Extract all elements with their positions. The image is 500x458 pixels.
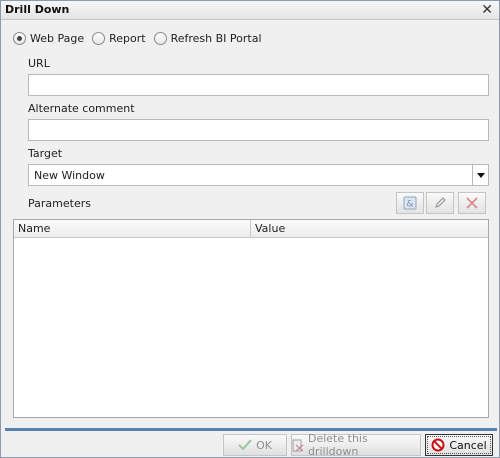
title-bar: Drill Down ✕ xyxy=(1,1,499,20)
radio-label-web-page: Web Page xyxy=(30,31,85,45)
radio-report[interactable]: Report xyxy=(92,31,146,45)
parameters-table[interactable]: Name Value xyxy=(13,219,489,418)
radio-label-report: Report xyxy=(109,31,146,45)
radio-button-report[interactable] xyxy=(92,31,106,45)
footer-divider xyxy=(5,428,497,431)
alternate-comment-input[interactable] xyxy=(28,119,489,141)
cancel-button-label: Cancel xyxy=(449,438,487,452)
target-select[interactable]: New Window xyxy=(28,164,489,186)
target-selected-value: New Window xyxy=(34,169,105,182)
table-header: Name Value xyxy=(14,220,488,238)
add-parameter-button[interactable]: & xyxy=(396,192,424,214)
delete-x-icon xyxy=(466,197,478,209)
cancel-button[interactable]: Cancel xyxy=(425,434,493,456)
delete-parameter-button[interactable] xyxy=(458,192,486,214)
svg-text:&: & xyxy=(406,200,413,210)
radio-button-refresh-bi-portal[interactable] xyxy=(153,31,167,45)
edit-parameter-button[interactable] xyxy=(426,192,454,214)
ok-button-label: OK xyxy=(256,438,272,452)
checkmark-icon xyxy=(238,439,252,451)
radio-refresh-bi-portal[interactable]: Refresh BI Portal xyxy=(153,31,262,45)
cancel-icon xyxy=(431,438,445,452)
radio-button-web-page[interactable] xyxy=(13,31,26,45)
radio-web-page[interactable]: Web Page xyxy=(13,31,85,45)
radio-label-refresh-bi-portal: Refresh BI Portal xyxy=(170,31,262,45)
delete-drilldown-button[interactable]: Delete this drilldown xyxy=(291,432,421,458)
column-header-value[interactable]: Value xyxy=(251,220,488,238)
delete-document-icon xyxy=(292,439,304,452)
alternate-comment-label: Alternate comment xyxy=(28,102,135,115)
pencil-icon xyxy=(435,197,446,208)
parameters-label: Parameters xyxy=(28,197,91,210)
delete-drilldown-label: Delete this drilldown xyxy=(308,432,368,458)
drill-down-dialog: Drill Down ✕ Web Page Report Refresh BI … xyxy=(0,0,500,458)
add-parameter-icon: & xyxy=(403,196,417,210)
url-label: URL xyxy=(28,57,50,70)
dialog-title: Drill Down xyxy=(5,3,70,16)
ok-button[interactable]: OK xyxy=(223,434,287,456)
url-input[interactable] xyxy=(28,74,489,96)
column-header-name[interactable]: Name xyxy=(14,220,251,238)
close-icon[interactable]: ✕ xyxy=(481,2,493,18)
chevron-down-icon[interactable] xyxy=(472,165,488,185)
target-label: Target xyxy=(28,147,63,160)
link-type-radio-group: Web Page Report Refresh BI Portal xyxy=(13,30,270,46)
